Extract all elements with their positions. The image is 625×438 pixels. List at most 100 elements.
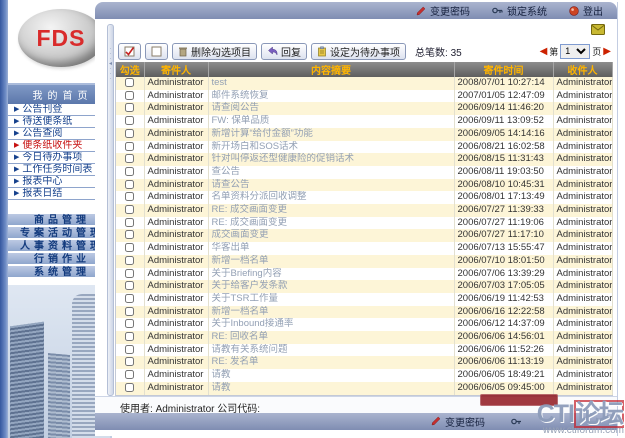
row-checkbox[interactable]	[125, 383, 134, 392]
table-row[interactable]: Administrator test 2008/07/01 10:27:14 A…	[116, 77, 612, 90]
row-summary-link[interactable]: 请查公告	[212, 179, 250, 190]
row-summary-link[interactable]: RE: 成交画面变更	[212, 217, 287, 228]
row-recipient: Administrator	[553, 90, 612, 103]
row-summary-link[interactable]: test	[212, 77, 227, 88]
row-checkbox[interactable]	[125, 116, 134, 125]
next-page-icon[interactable]: ▶	[603, 46, 611, 57]
row-summary-link[interactable]: 关于给客户发条款	[212, 280, 288, 291]
row-summary-link[interactable]: 邮件系统恢复	[212, 90, 269, 101]
table-row[interactable]: Administrator 请教 2006/06/05 18:49:21 Adm…	[116, 369, 612, 382]
table-row[interactable]: Administrator 新增计算“给付金额”功能 2006/09/05 14…	[116, 128, 612, 141]
footer-lock-system-button[interactable]	[511, 417, 522, 426]
row-summary-link[interactable]: 关于Inbound接通率	[212, 318, 294, 329]
row-checkbox[interactable]	[125, 205, 134, 214]
row-summary-link[interactable]: 请教有关系统问题	[212, 344, 288, 355]
table-row[interactable]: Administrator 针对叫停返还型健康险的促销话术 2006/08/15…	[116, 153, 612, 166]
table-row[interactable]: Administrator 关于Briefing内容 2006/07/06 13…	[116, 268, 612, 281]
table-row[interactable]: Administrator 华客出单 2006/07/13 15:55:47 A…	[116, 242, 612, 255]
row-summary-link[interactable]: 新增一档名单	[212, 306, 269, 317]
row-checkbox[interactable]	[125, 103, 134, 112]
row-checkbox[interactable]	[125, 180, 134, 189]
row-summary-link[interactable]: 查公告	[212, 166, 241, 177]
row-summary-link[interactable]: 新开场白和SOS话术	[212, 141, 299, 152]
row-summary-link[interactable]: RE: 回收名单	[212, 331, 268, 342]
row-summary-link[interactable]: 请教	[212, 369, 231, 380]
table-row[interactable]: Administrator RE: 成交画面变更 2006/07/27 11:3…	[116, 204, 612, 217]
table-row[interactable]: Administrator 请查阅公告 2006/09/14 11:46:20 …	[116, 102, 612, 115]
table-row[interactable]: Administrator 请查公告 2006/08/10 10:45:31 A…	[116, 179, 612, 192]
table-row[interactable]: Administrator 新增一档名单 2006/07/10 18:01:50…	[116, 255, 612, 268]
set-todo-button[interactable]: 设定为待办事项	[311, 43, 406, 60]
row-checkbox[interactable]	[125, 345, 134, 354]
table-row[interactable]: Administrator 关于TSR工作量 2006/06/19 11:42:…	[116, 293, 612, 306]
sidebar-item-label: 便条纸收件夹	[22, 140, 82, 151]
row-checkbox[interactable]	[125, 243, 134, 252]
row-summary-link[interactable]: 请查阅公告	[212, 102, 260, 113]
delete-checked-button[interactable]: 删除勾选项目	[172, 43, 257, 60]
row-checkbox[interactable]	[125, 294, 134, 303]
table-row[interactable]: Administrator 邮件系统恢复 2007/01/05 12:47:09…	[116, 90, 612, 103]
row-check-cell	[116, 153, 144, 166]
clear-selection-button[interactable]	[145, 43, 168, 60]
row-summary-link[interactable]: 新增计算“给付金额”功能	[212, 128, 313, 139]
row-checkbox[interactable]	[125, 129, 134, 138]
row-summary-link[interactable]: 针对叫停返还型健康险的促销话术	[212, 153, 355, 164]
table-row[interactable]: Administrator 请教有关系统问题 2006/06/06 11:52:…	[116, 344, 612, 357]
table-row[interactable]: Administrator 成交画面变更 2006/07/27 11:17:10…	[116, 229, 612, 242]
row-recipient: Administrator	[553, 179, 612, 192]
row-checkbox[interactable]	[125, 142, 134, 151]
select-all-button[interactable]	[118, 43, 141, 60]
row-summary-link[interactable]: 名单资料分派回收调整	[212, 191, 307, 202]
lock-system-button[interactable]: 锁定系统	[492, 3, 547, 18]
row-checkbox[interactable]	[125, 154, 134, 163]
row-checkbox[interactable]	[125, 370, 134, 379]
row-summary-link[interactable]: 华客出单	[212, 242, 250, 253]
row-summary-link[interactable]: FW: 保单品质	[212, 115, 270, 126]
row-checkbox[interactable]	[125, 167, 134, 176]
table-row[interactable]: Administrator RE: 回收名单 2006/06/06 14:56:…	[116, 331, 612, 344]
row-checkbox[interactable]	[125, 218, 134, 227]
page-select[interactable]: 1	[560, 44, 590, 59]
row-time: 2006/06/06 11:52:26	[454, 344, 553, 357]
row-checkbox[interactable]	[125, 269, 134, 278]
row-checkbox[interactable]	[125, 78, 134, 87]
row-checkbox[interactable]	[125, 357, 134, 366]
topbar: 变更密码 锁定系统 登出	[95, 2, 617, 19]
table-row[interactable]: Administrator 关于给客户发条款 2006/07/03 17:05:…	[116, 280, 612, 293]
row-summary-link[interactable]: 关于Briefing内容	[212, 268, 282, 279]
row-checkbox[interactable]	[125, 256, 134, 265]
prev-page-icon[interactable]: ◀	[540, 46, 548, 57]
table-row[interactable]: Administrator FW: 保单品质 2006/09/11 13:09:…	[116, 115, 612, 128]
row-checkbox[interactable]	[125, 230, 134, 239]
table-row[interactable]: Administrator RE: 成交画面变更 2006/07/27 11:1…	[116, 217, 612, 230]
row-summary-link[interactable]: RE: 成交画面变更	[212, 204, 287, 215]
table-row[interactable]: Administrator RE: 发名单 2006/06/06 11:13:1…	[116, 356, 612, 369]
row-summary-link[interactable]: 请教	[212, 382, 231, 393]
change-password-button[interactable]: 变更密码	[416, 3, 470, 18]
row-recipient: Administrator	[553, 306, 612, 319]
table-row[interactable]: Administrator 新开场白和SOS话术 2006/08/21 16:0…	[116, 141, 612, 154]
row-checkbox[interactable]	[125, 319, 134, 328]
row-checkbox[interactable]	[125, 332, 134, 341]
row-summary-link[interactable]: 关于TSR工作量	[212, 293, 279, 304]
splitter-collapse-handle[interactable]: ···◂···	[108, 47, 113, 99]
table-row[interactable]: Administrator 关于Inbound接通率 2006/06/12 14…	[116, 318, 612, 331]
row-summary-link[interactable]: 新增一档名单	[212, 255, 269, 266]
row-checkbox[interactable]	[125, 281, 134, 290]
row-summary-link[interactable]: 成交画面变更	[212, 229, 269, 240]
frame-splitter[interactable]: ···◂···	[107, 24, 114, 396]
row-checkbox[interactable]	[125, 307, 134, 316]
reply-button[interactable]: 回复	[261, 43, 307, 60]
row-time: 2006/07/13 15:55:47	[454, 242, 553, 255]
arrow-bullet-icon: ▶	[14, 106, 19, 113]
table-row[interactable]: Administrator 名单资料分派回收调整 2006/08/01 17:1…	[116, 191, 612, 204]
row-checkbox[interactable]	[125, 91, 134, 100]
table-row[interactable]: Administrator 新增一档名单 2006/06/16 12:22:58…	[116, 306, 612, 319]
mailbox-icon[interactable]	[591, 24, 605, 35]
row-checkbox[interactable]	[125, 192, 134, 201]
footer-change-password-button[interactable]: 变更密码	[431, 414, 485, 429]
row-summary-link[interactable]: RE: 发名单	[212, 356, 259, 367]
table-row[interactable]: Administrator 查公告 2006/08/11 19:03:50 Ad…	[116, 166, 612, 179]
table-row[interactable]: Administrator 请教 2006/06/05 09:45:00 Adm…	[116, 382, 612, 395]
logout-button[interactable]: 登出	[569, 3, 603, 18]
